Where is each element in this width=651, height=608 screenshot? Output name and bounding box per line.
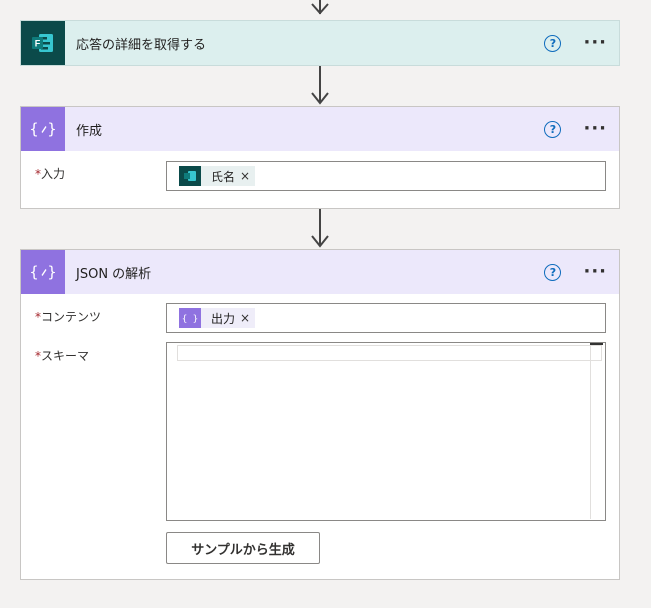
connector-arrow-top [310, 0, 330, 20]
question-circle-icon[interactable]: ? [544, 34, 562, 52]
parse-json-step-card[interactable]: { } JSON の解析 ? ··· *コンテンツ { } 出力 × *スキーマ… [20, 249, 620, 580]
svg-text:{ }: { } [30, 263, 56, 281]
arrow-down-icon [311, 235, 329, 248]
compose-input-row: *入力 氏名 × [21, 151, 619, 209]
content-label: *コンテンツ [35, 310, 102, 324]
connector-arrow-1 [310, 66, 330, 106]
svg-text:F: F [35, 39, 41, 49]
compose-step-card[interactable]: { } 作成 ? ··· *入力 氏名 × [20, 106, 620, 209]
compose-input-field[interactable]: 氏名 × [166, 161, 606, 191]
ellipsis-icon[interactable]: ··· [583, 120, 607, 138]
dynamic-content-token[interactable]: 氏名 × [179, 166, 256, 186]
forms-step-header[interactable]: F 応答の詳細を取得する ? ··· [21, 21, 619, 65]
microsoft-forms-icon: F [21, 21, 65, 65]
schema-scrollbar[interactable] [590, 343, 603, 519]
token-label: 氏名 [211, 169, 236, 184]
question-circle-icon[interactable]: ? [544, 120, 562, 138]
arrow-down-icon [311, 3, 329, 15]
ellipsis-icon[interactable]: ··· [583, 263, 607, 281]
svg-text:{ }: { } [30, 120, 56, 138]
parse-json-body: *コンテンツ { } 出力 × *スキーマ サンプルから生成 [21, 294, 619, 580]
schema-editor-line[interactable] [177, 345, 602, 361]
generate-from-sample-button[interactable]: サンプルから生成 [166, 532, 320, 564]
microsoft-forms-icon [179, 166, 201, 186]
forms-step-card[interactable]: F 応答の詳細を取得する ? ··· [20, 20, 620, 66]
token-label: 出力 [211, 311, 236, 326]
close-icon[interactable]: × [240, 311, 255, 325]
compose-step-title: 作成 [76, 123, 103, 139]
scrollbar-thumb[interactable] [590, 343, 603, 345]
flow-canvas: F 応答の詳細を取得する ? ··· { } 作成 ? ··· *入力 氏名 ×… [0, 0, 651, 608]
compose-input-label: *入力 [35, 167, 66, 181]
forms-step-title: 応答の詳細を取得する [76, 37, 207, 53]
compose-step-header[interactable]: { } 作成 ? ··· [21, 107, 619, 151]
parse-json-step-title: JSON の解析 [76, 266, 152, 282]
question-circle-icon[interactable]: ? [544, 263, 562, 281]
content-input-field[interactable]: { } 出力 × [166, 303, 606, 333]
dynamic-content-token[interactable]: { } 出力 × [179, 308, 256, 328]
close-icon[interactable]: × [240, 169, 255, 183]
schema-label: *スキーマ [35, 349, 90, 363]
data-operation-icon: { } [21, 250, 65, 294]
schema-textarea[interactable] [166, 342, 606, 521]
data-operation-icon: { } [21, 107, 65, 151]
data-operation-icon: { } [179, 308, 201, 328]
arrow-down-icon [311, 92, 329, 105]
connector-arrow-2 [310, 209, 330, 249]
ellipsis-icon[interactable]: ··· [583, 34, 607, 52]
svg-text:{ }: { } [182, 315, 198, 325]
parse-json-step-header[interactable]: { } JSON の解析 ? ··· [21, 250, 619, 294]
